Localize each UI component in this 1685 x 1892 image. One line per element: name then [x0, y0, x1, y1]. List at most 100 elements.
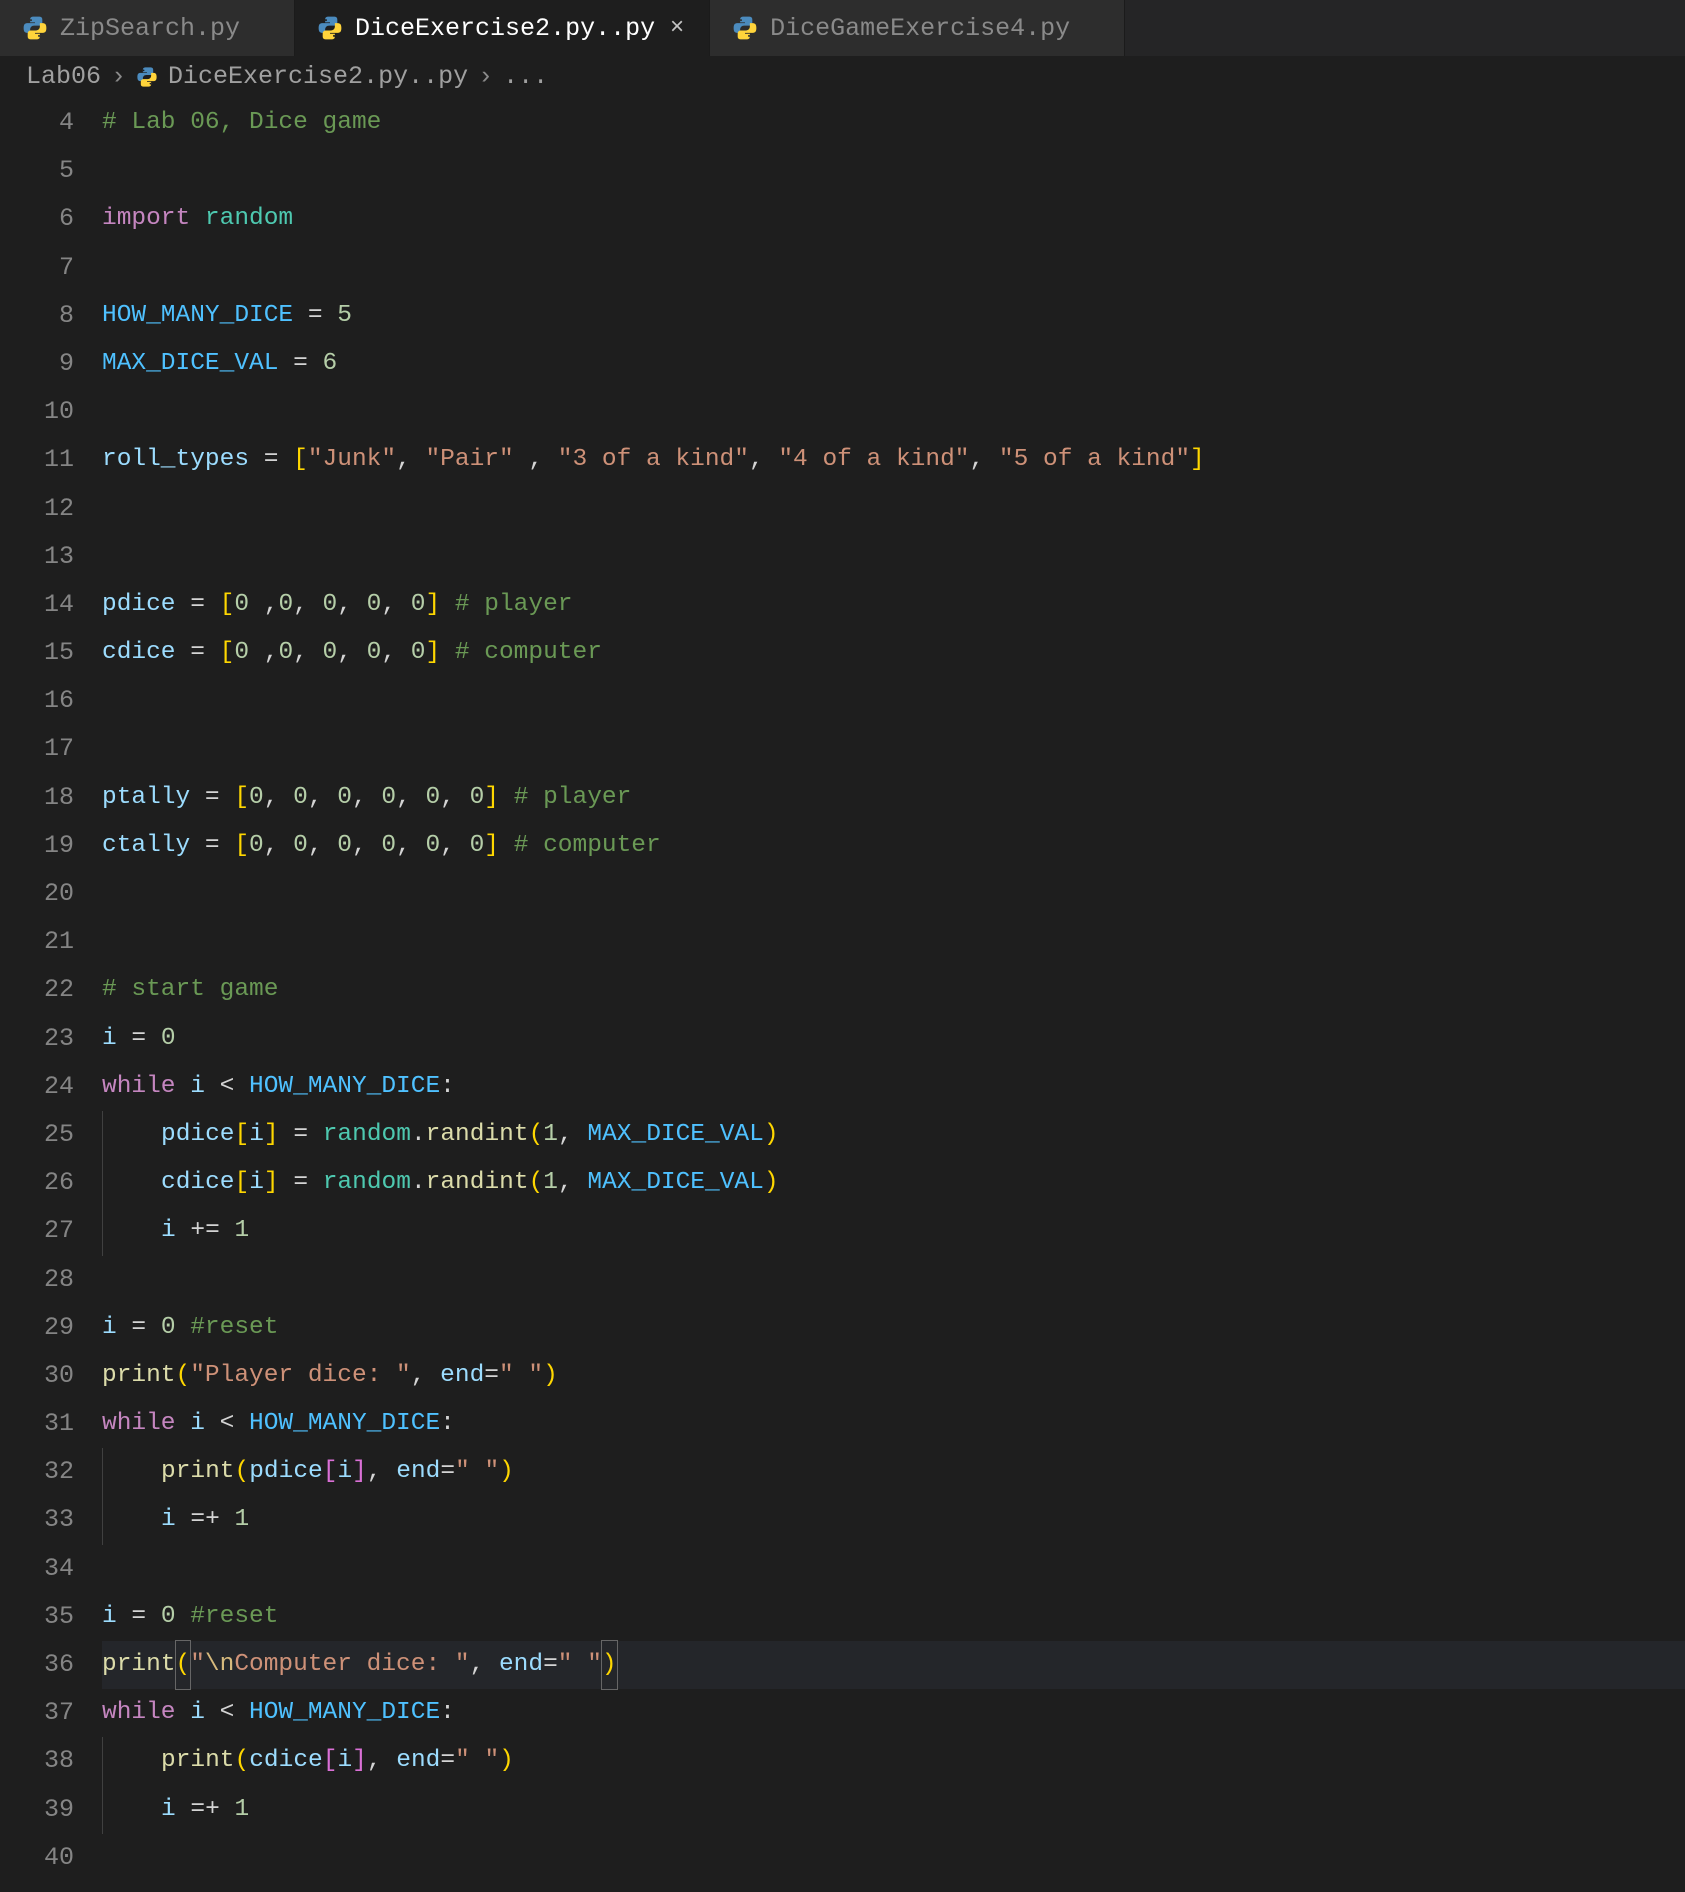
code-token: ( — [235, 1458, 250, 1485]
tab-diceexercise2[interactable]: DiceExercise2.py..py × — [295, 0, 710, 56]
line-number: 4 — [0, 99, 74, 147]
code-line[interactable]: while i < HOW_MANY_DICE: — [102, 1063, 1685, 1111]
code-token: end — [396, 1747, 440, 1774]
code-token: [ — [293, 446, 308, 473]
code-line[interactable] — [102, 918, 1685, 966]
code-token: , — [470, 1651, 499, 1678]
code-line[interactable]: print(pdice[i], end=" ") — [102, 1448, 1685, 1496]
code-line[interactable] — [102, 244, 1685, 292]
code-token: ] — [264, 1121, 279, 1148]
code-line[interactable] — [102, 1256, 1685, 1304]
code-line[interactable]: print(cdice[i], end=" ") — [102, 1737, 1685, 1785]
code-line[interactable]: ctally = [0, 0, 0, 0, 0, 0] # computer — [102, 822, 1685, 870]
code-token: print — [102, 1651, 176, 1678]
code-line[interactable]: i = 0 — [102, 1015, 1685, 1063]
code-token: 6 — [323, 350, 338, 377]
code-line[interactable] — [102, 1834, 1685, 1882]
code-line[interactable]: while i < HOW_MANY_DICE: — [102, 1400, 1685, 1448]
code-area[interactable]: # Lab 06, Dice game import random HOW_MANY… — [102, 99, 1685, 1882]
code-token — [499, 832, 514, 859]
breadcrumb-trail[interactable]: ... — [503, 62, 548, 91]
code-line[interactable] — [102, 677, 1685, 725]
code-line[interactable]: roll_types = ["Junk", "Pair" , "3 of a k… — [102, 436, 1685, 484]
code-line[interactable]: import random — [102, 195, 1685, 243]
breadcrumb-folder[interactable]: Lab06 — [26, 62, 101, 91]
code-token: 0 — [234, 639, 249, 666]
code-token: . — [411, 1169, 426, 1196]
code-line[interactable]: print("Player dice: ", end=" ") — [102, 1352, 1685, 1400]
code-token: 0 — [249, 832, 264, 859]
code-token: . — [411, 1121, 426, 1148]
code-token: 0 — [278, 639, 293, 666]
code-token: end — [396, 1458, 440, 1485]
code-token: : — [440, 1699, 455, 1726]
code-token: "3 of a kind" — [558, 446, 749, 473]
code-line[interactable]: i = 0 #reset — [102, 1304, 1685, 1352]
code-token: , — [396, 446, 425, 473]
code-token: < — [205, 1073, 249, 1100]
line-number: 15 — [0, 629, 74, 677]
code-line[interactable]: cdice = [0 ,0, 0, 0, 0] # computer — [102, 629, 1685, 677]
code-line[interactable]: while i < HOW_MANY_DICE: — [102, 1689, 1685, 1737]
code-token: , — [352, 784, 381, 811]
code-token: ( — [176, 1362, 191, 1389]
code-token: = — [117, 1603, 161, 1630]
line-number: 29 — [0, 1304, 74, 1352]
code-line[interactable] — [102, 533, 1685, 581]
code-token: 1 — [235, 1796, 250, 1823]
code-token: ) — [601, 1640, 618, 1690]
code-line[interactable]: # start game — [102, 966, 1685, 1014]
code-token: random — [323, 1121, 411, 1148]
tab-dicegameexercise4[interactable]: DiceGameExercise4.py × — [710, 0, 1125, 56]
tab-label: ZipSearch.py — [60, 14, 240, 43]
code-line[interactable]: cdice[i] = random.randint(1, MAX_DICE_VA… — [102, 1159, 1685, 1207]
code-editor[interactable]: 4567891011121314151617181920212223242526… — [0, 99, 1685, 1882]
code-token: , — [293, 639, 322, 666]
code-token: i — [190, 1699, 205, 1726]
code-line[interactable]: i =+ 1 — [102, 1786, 1685, 1834]
breadcrumb-file[interactable]: DiceExercise2.py..py — [168, 62, 468, 91]
code-token: "Pair" — [425, 446, 513, 473]
line-number: 39 — [0, 1786, 74, 1834]
code-line[interactable]: MAX_DICE_VAL = 6 — [102, 340, 1685, 388]
line-number: 18 — [0, 774, 74, 822]
code-line[interactable] — [102, 147, 1685, 195]
code-token: i — [337, 1747, 352, 1774]
breadcrumb[interactable]: Lab06 › DiceExercise2.py..py › ... — [0, 56, 1685, 99]
code-token: ] — [484, 832, 499, 859]
code-token: while — [102, 1073, 176, 1100]
tab-zipsearch[interactable]: ZipSearch.py × — [0, 0, 295, 56]
tab-bar: ZipSearch.py × DiceExercise2.py..py × Di… — [0, 0, 1685, 56]
code-line[interactable] — [102, 725, 1685, 773]
code-token: [ — [323, 1458, 338, 1485]
code-line[interactable]: pdice = [0 ,0, 0, 0, 0] # player — [102, 581, 1685, 629]
code-line[interactable]: i = 0 #reset — [102, 1593, 1685, 1641]
line-number: 17 — [0, 725, 74, 773]
code-token: 0 — [161, 1025, 176, 1052]
code-line[interactable]: ptally = [0, 0, 0, 0, 0, 0] # player — [102, 774, 1685, 822]
code-line[interactable]: i =+ 1 — [102, 1496, 1685, 1544]
code-token: [ — [220, 591, 235, 618]
code-line[interactable] — [102, 485, 1685, 533]
line-number: 27 — [0, 1207, 74, 1255]
code-line[interactable]: print("\nComputer dice: ", end=" ") — [102, 1641, 1685, 1689]
code-line[interactable] — [102, 870, 1685, 918]
code-token: , — [440, 784, 469, 811]
code-token: while — [102, 1410, 176, 1437]
close-icon[interactable]: × — [667, 15, 687, 42]
line-number: 12 — [0, 485, 74, 533]
code-token: cdice — [102, 639, 176, 666]
code-token: "5 of a kind" — [999, 446, 1190, 473]
code-line[interactable] — [102, 1545, 1685, 1593]
code-line[interactable]: pdice[i] = random.randint(1, MAX_DICE_VA… — [102, 1111, 1685, 1159]
code-line[interactable] — [102, 388, 1685, 436]
code-line[interactable]: i += 1 — [102, 1207, 1685, 1255]
code-token: 0 — [381, 832, 396, 859]
code-line[interactable]: HOW_MANY_DICE = 5 — [102, 292, 1685, 340]
line-number-gutter: 4567891011121314151617181920212223242526… — [0, 99, 102, 1882]
code-token: ) — [764, 1169, 779, 1196]
line-number: 9 — [0, 340, 74, 388]
line-number: 37 — [0, 1689, 74, 1737]
code-line[interactable]: # Lab 06, Dice game — [102, 99, 1685, 147]
line-number: 38 — [0, 1737, 74, 1785]
